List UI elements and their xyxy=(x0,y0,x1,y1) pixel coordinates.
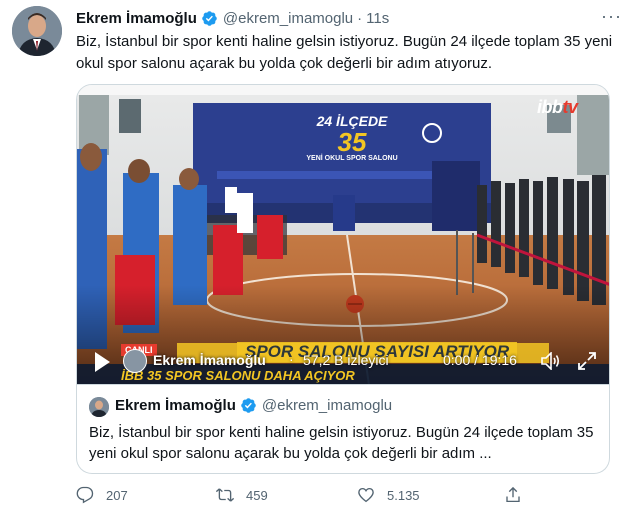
separator-dot: · xyxy=(357,9,363,27)
channel-logo-accent: tv xyxy=(562,97,579,117)
video-controls: Ekrem İmamoğlu · 57,2 B izleyici 0:00 / … xyxy=(77,340,609,384)
reply-count: 207 xyxy=(106,487,128,503)
banner-line-3: YENİ OKUL SPOR SALONU xyxy=(306,155,398,162)
quoted-verified-badge-icon xyxy=(241,398,256,413)
quoted-tweet-text: Biz, İstanbul bir spor kenti haline gels… xyxy=(89,424,594,462)
video-timestamp: 0:00 / 19:16 xyxy=(443,352,517,368)
fullscreen-icon[interactable] xyxy=(577,351,597,371)
video-player[interactable]: ibbtv 24 İLÇEDE 35 YENİ OKUL SPOR SALONU… xyxy=(76,84,610,385)
view-count: 57,2 B izleyici xyxy=(303,352,389,368)
overlay-separator: · xyxy=(289,351,294,367)
play-icon[interactable] xyxy=(93,351,111,373)
tweet-text: Biz, İstanbul bir spor kenti haline gels… xyxy=(76,33,613,72)
like-count: 5.135 xyxy=(387,487,420,503)
channel-logo: ibbtv xyxy=(537,97,578,118)
tweet-timestamp[interactable]: 11s xyxy=(366,10,389,27)
reply-icon xyxy=(76,486,94,504)
retweet-action[interactable]: 459 xyxy=(216,486,268,504)
quoted-tweet[interactable]: Ekrem İmamoğlu @ekrem_imamoglu Biz, İsta… xyxy=(76,385,610,474)
retweet-count: 459 xyxy=(246,487,268,503)
quoted-author-handle: @ekrem_imamoglu xyxy=(261,397,393,414)
reply-action[interactable]: 207 xyxy=(76,486,128,504)
volume-icon[interactable] xyxy=(541,352,561,370)
author-avatar[interactable] xyxy=(12,6,62,56)
share-icon xyxy=(506,486,520,503)
event-banner: 24 İLÇEDE 35 YENİ OKUL SPOR SALONU xyxy=(277,113,427,162)
like-action[interactable]: 5.135 xyxy=(357,486,420,504)
author-name[interactable]: Ekrem İmamoğlu xyxy=(76,10,197,27)
quoted-author-avatar xyxy=(89,397,109,417)
share-action[interactable] xyxy=(504,486,534,504)
quoted-author-name: Ekrem İmamoğlu xyxy=(115,397,236,414)
verified-badge-icon xyxy=(202,10,217,26)
channel-logo-main: ibb xyxy=(537,97,563,117)
banner-line-2: 35 xyxy=(337,127,367,157)
quoted-tweet-header: Ekrem İmamoğlu @ekrem_imamoglu xyxy=(115,397,392,414)
retweet-icon xyxy=(216,488,234,502)
overlay-author-name: Ekrem İmamoğlu xyxy=(153,352,266,368)
heart-icon xyxy=(358,487,374,503)
tweet-header: Ekrem İmamoğlu @ekrem_imamoglu · 11s xyxy=(76,8,628,28)
author-handle[interactable]: @ekrem_imamoglu xyxy=(223,10,353,27)
tweet-actions: 207 459 5.135 xyxy=(76,486,526,510)
more-options-icon[interactable]: ··· xyxy=(601,6,622,27)
overlay-avatar xyxy=(123,349,147,373)
